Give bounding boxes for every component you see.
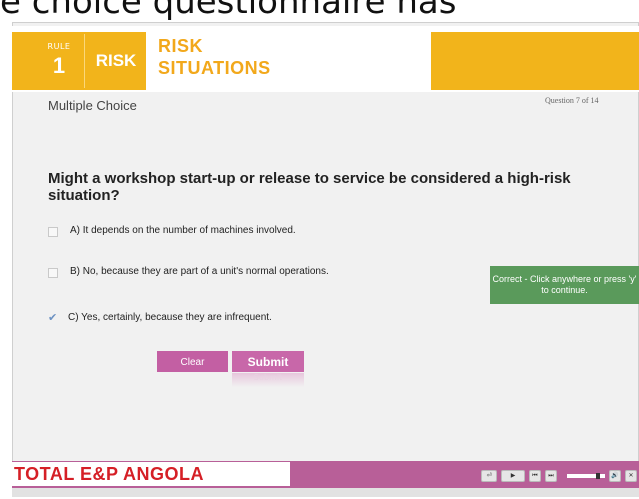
play-icon[interactable]: ▶ <box>501 470 525 482</box>
return-icon[interactable]: ⏎ <box>481 470 497 482</box>
feedback-line2: to continue. <box>541 285 588 295</box>
player-controls: ⏎ ▶ ⏮ ⏭ 🔊 ✕ <box>481 470 637 482</box>
answer-option-c[interactable]: ✔ C) Yes, certainly, because they are in… <box>48 311 272 324</box>
forward-icon[interactable]: ⏭ <box>545 470 557 482</box>
risk-logo: RISK <box>88 34 144 88</box>
submit-button[interactable]: Submit <box>232 351 304 372</box>
progress-knob[interactable] <box>596 473 601 479</box>
question-text: Might a workshop start-up or release to … <box>48 170 571 204</box>
option-a-label: A) It depends on the number of machines … <box>70 225 296 236</box>
banner-title-line1: RISK <box>158 36 204 56</box>
brand-logo: TOTAL E&P ANGOLA <box>12 462 290 486</box>
feedback-line1: Correct - Click anywhere or press 'y' <box>492 274 637 284</box>
risk-logo-text: RISK <box>95 51 137 70</box>
question-type-label: Multiple Choice <box>48 98 137 113</box>
clipped-heading-text: e choice questionnaire has <box>0 0 457 20</box>
answer-option-b[interactable]: B) No, because they are part of a unit's… <box>48 266 329 278</box>
footer-shadow <box>12 488 639 497</box>
course-player-frame <box>12 22 639 497</box>
close-icon[interactable]: ✕ <box>625 470 637 482</box>
banner-title-box: RISK SITUATIONS <box>146 32 431 90</box>
course-banner: RULE 1 RISK RISK SITUATIONS <box>12 26 639 92</box>
rule-badge: RULE 1 <box>34 34 85 88</box>
progress-fill <box>567 474 599 478</box>
volume-icon[interactable]: 🔊 <box>609 470 621 482</box>
option-b-checkbox[interactable] <box>48 267 58 278</box>
answer-option-a[interactable]: A) It depends on the number of machines … <box>48 225 296 237</box>
rule-word: RULE <box>47 42 71 51</box>
correct-feedback-box[interactable]: Correct - Click anywhere or press 'y' to… <box>490 266 639 304</box>
option-a-checkbox[interactable] <box>48 226 58 237</box>
banner-title-line2: SITUATIONS <box>158 58 271 78</box>
rule-number: 1 <box>52 53 66 78</box>
clear-button[interactable]: Clear <box>157 351 228 372</box>
rewind-icon[interactable]: ⏮ <box>529 470 541 482</box>
option-c-label: C) Yes, certainly, because they are infr… <box>68 312 272 323</box>
progress-slider[interactable] <box>567 473 605 479</box>
question-counter: Question 7 of 14 <box>545 96 599 105</box>
submit-button-reflection: Submit <box>232 373 304 387</box>
checkmark-icon[interactable]: ✔ <box>48 311 58 324</box>
option-b-label: B) No, because they are part of a unit's… <box>70 266 329 277</box>
